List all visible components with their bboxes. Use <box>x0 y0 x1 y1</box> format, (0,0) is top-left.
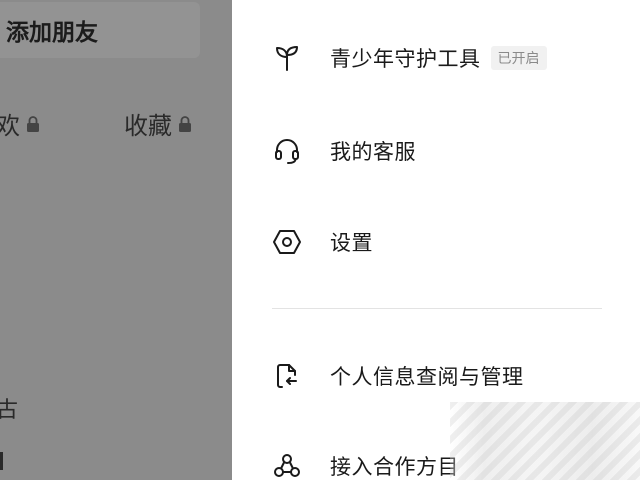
add-friend-button: 添加朋友 <box>0 2 200 58</box>
menu-item-youth-protection[interactable]: 青少年守护工具 已开启 <box>272 38 547 78</box>
lock-icon <box>26 115 40 133</box>
sprout-icon <box>272 43 302 73</box>
add-friend-label: 添加朋友 <box>6 20 98 46</box>
headset-icon <box>272 136 302 166</box>
watermark-blur <box>450 402 640 480</box>
menu-item-label: 个人信息查阅与管理 <box>330 365 524 389</box>
menu-item-personal-info[interactable]: 个人信息查阅与管理 <box>272 356 524 396</box>
menu-item-label: 设置 <box>330 231 373 255</box>
tab-favorites-label: 收藏 <box>124 112 172 140</box>
background-mark <box>0 452 3 470</box>
document-arrow-icon <box>272 361 302 391</box>
background-text-fragment: 古 <box>0 398 19 423</box>
partner-network-icon <box>272 451 302 481</box>
tab-favorites: 收藏 <box>124 106 192 141</box>
menu-divider <box>272 308 602 309</box>
tab-likes-label: 欢 <box>0 112 20 140</box>
background-overlay[interactable]: 添加朋友 欢 收藏 古 <box>0 0 232 480</box>
lock-icon <box>178 115 192 133</box>
status-badge: 已开启 <box>490 46 547 70</box>
menu-item-customer-service[interactable]: 我的客服 <box>272 131 416 171</box>
tab-likes: 欢 <box>0 106 40 141</box>
menu-item-label: 青少年守护工具 <box>330 47 481 71</box>
menu-item-label: 接入合作方目 <box>330 455 459 479</box>
menu-item-settings[interactable]: 设置 <box>272 222 373 262</box>
menu-item-label: 我的客服 <box>330 140 416 164</box>
hexagon-settings-icon <box>272 227 302 257</box>
menu-item-partners[interactable]: 接入合作方目 <box>272 446 459 486</box>
